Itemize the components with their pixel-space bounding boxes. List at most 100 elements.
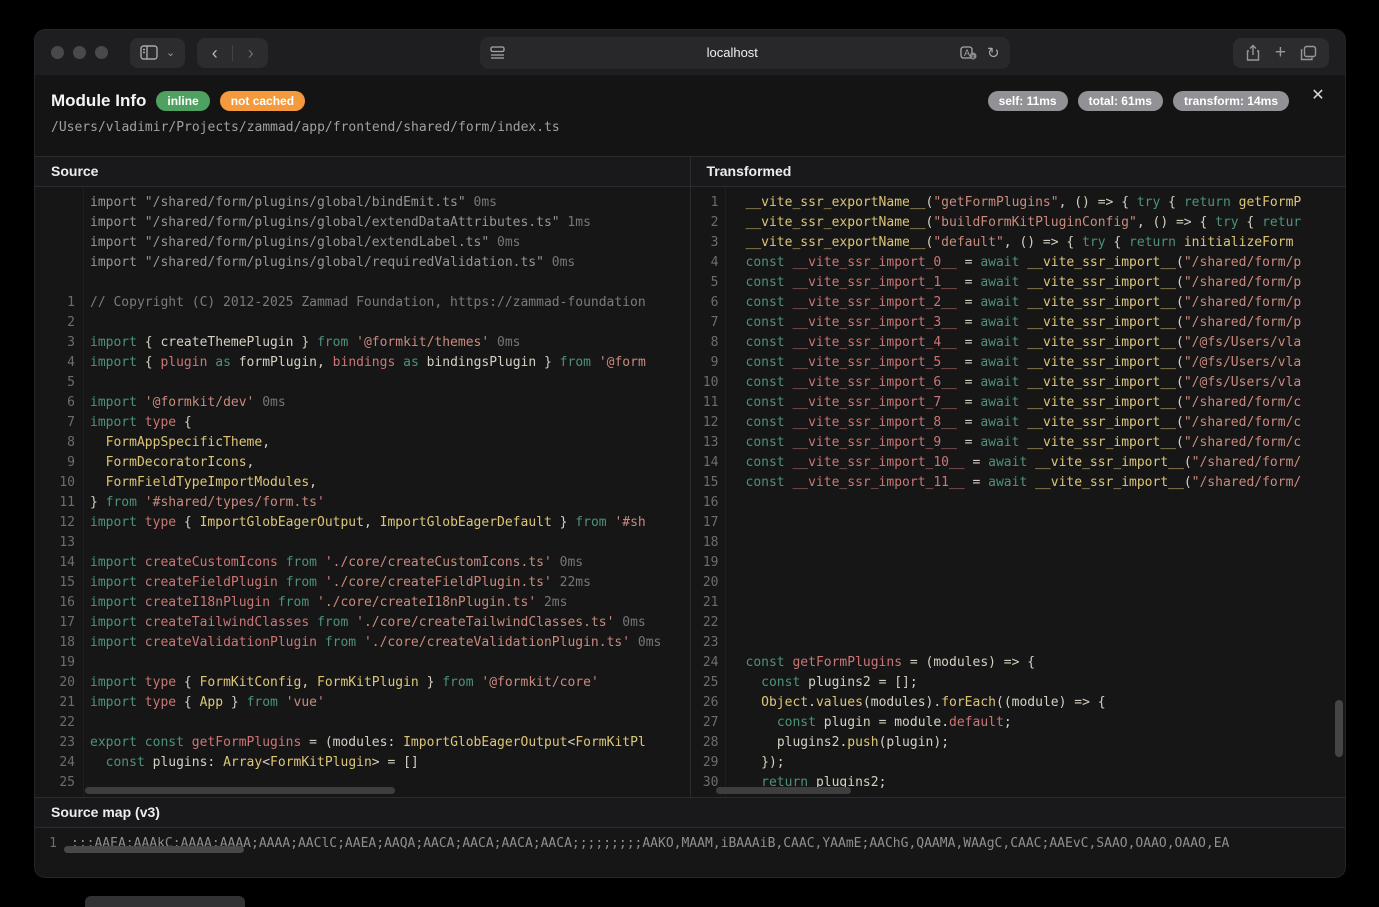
code-text: import "/shared/form/plugins/global/exte… <box>75 233 690 253</box>
background-window-peek <box>85 896 245 907</box>
line-number: 8 <box>35 433 75 453</box>
sourcemap-code[interactable]: 1;;;AAEA;AAAkC;AAAA;AAAA;AAAA;AAClC;AAEA… <box>35 828 1345 862</box>
page-title: Module Info <box>51 91 146 111</box>
code-text: import createCustomIcons from './core/cr… <box>75 553 690 573</box>
transformed-code[interactable]: 1__vite_ssr_exportName__("getFormPlugins… <box>691 187 1346 797</box>
code-line: import "/shared/form/plugins/global/exte… <box>35 213 690 233</box>
code-text <box>719 533 1346 553</box>
line-number: 5 <box>691 273 719 293</box>
minimize-window-button[interactable] <box>73 46 86 59</box>
code-text: import { createThemePlugin } from '@form… <box>75 333 690 353</box>
code-text <box>719 493 1346 513</box>
code-text: const __vite_ssr_import_6__ = await __vi… <box>719 373 1346 393</box>
translate-icon[interactable]: A x <box>960 46 977 60</box>
line-number: 4 <box>35 353 75 373</box>
code-line: 2__vite_ssr_exportName__("buildFormKitPl… <box>691 213 1346 233</box>
traffic-lights <box>51 46 108 59</box>
reload-icon[interactable]: ↻ <box>987 44 1000 62</box>
reader-icon[interactable] <box>490 46 505 59</box>
page-header: Module Info inline not cached self: 11ms… <box>35 75 1345 156</box>
line-number: 16 <box>691 493 719 513</box>
code-line: 18 <box>691 533 1346 553</box>
code-text: import type { ImportGlobEagerOutput, Imp… <box>75 513 690 533</box>
code-text <box>719 573 1346 593</box>
code-text: import "/shared/form/plugins/global/exte… <box>75 213 690 233</box>
code-text: import type { FormKitConfig, FormKitPlug… <box>75 673 690 693</box>
code-line: 21 <box>691 593 1346 613</box>
line-number: 15 <box>35 573 75 593</box>
code-text: __vite_ssr_exportName__("getFormPlugins"… <box>719 193 1346 213</box>
code-text <box>75 273 690 293</box>
browser-toolbar: ⌄ ‹ › localhost <box>35 30 1345 75</box>
code-text <box>719 513 1346 533</box>
transform-time-badge: transform: 14ms <box>1173 91 1289 111</box>
code-text: const __vite_ssr_import_2__ = await __vi… <box>719 293 1346 313</box>
line-number: 6 <box>691 293 719 313</box>
line-number: 9 <box>691 353 719 373</box>
close-icon[interactable]: ✕ <box>1307 85 1329 107</box>
code-line: 7const __vite_ssr_import_3__ = await __v… <box>691 313 1346 333</box>
code-line: 11const __vite_ssr_import_7__ = await __… <box>691 393 1346 413</box>
close-window-button[interactable] <box>51 46 64 59</box>
code-text: const __vite_ssr_import_4__ = await __vi… <box>719 333 1346 353</box>
code-line: 14const __vite_ssr_import_10__ = await _… <box>691 453 1346 473</box>
code-line: 19 <box>691 553 1346 573</box>
code-text: import { plugin as formPlugin, bindings … <box>75 353 690 373</box>
code-text: const plugin = module.default; <box>719 713 1346 733</box>
code-line: 18import createValidationPlugin from './… <box>35 633 690 653</box>
code-line: 13const __vite_ssr_import_9__ = await __… <box>691 433 1346 453</box>
code-line: 15import createFieldPlugin from './core/… <box>35 573 690 593</box>
line-number <box>35 233 75 253</box>
code-line: 6const __vite_ssr_import_2__ = await __v… <box>691 293 1346 313</box>
line-number <box>35 253 75 273</box>
code-text: import '@formkit/dev' 0ms <box>75 393 690 413</box>
address-bar[interactable]: localhost A x ↻ <box>480 37 1010 69</box>
code-line: 24 const plugins: Array<FormKitPlugin> =… <box>35 753 690 773</box>
code-text: }); <box>719 753 1346 773</box>
transformed-vertical-scrollbar[interactable] <box>1335 700 1343 757</box>
code-line: import "/shared/form/plugins/global/bind… <box>35 193 690 213</box>
sourcemap-title: Source map (v3) <box>35 798 1345 828</box>
source-panel: Source import "/shared/form/plugins/glob… <box>35 157 690 797</box>
code-text: import type { App } from 'vue' <box>75 693 690 713</box>
new-tab-button[interactable]: + <box>1275 42 1286 64</box>
line-number: 5 <box>35 373 75 393</box>
line-number: 30 <box>691 773 719 793</box>
line-number: 18 <box>691 533 719 553</box>
zoom-window-button[interactable] <box>95 46 108 59</box>
line-number: 15 <box>691 473 719 493</box>
code-text: __vite_ssr_exportName__("default", () =>… <box>719 233 1346 253</box>
tab-overview-icon[interactable] <box>1300 45 1317 61</box>
line-number: 6 <box>35 393 75 413</box>
forward-button[interactable]: › <box>233 38 268 68</box>
transformed-horizontal-scrollbar[interactable] <box>716 787 851 794</box>
line-number: 12 <box>35 513 75 533</box>
line-number: 21 <box>691 593 719 613</box>
sourcemap-horizontal-scrollbar[interactable] <box>64 846 244 853</box>
code-text: const __vite_ssr_import_3__ = await __vi… <box>719 313 1346 333</box>
source-code[interactable]: import "/shared/form/plugins/global/bind… <box>35 187 690 797</box>
share-icon[interactable] <box>1245 44 1261 62</box>
line-number: 11 <box>691 393 719 413</box>
code-text <box>75 313 690 333</box>
sidebar-toggle-button[interactable]: ⌄ <box>130 38 185 68</box>
code-line: 19 <box>35 653 690 673</box>
line-number: 1 <box>35 293 75 313</box>
url-text[interactable]: localhost <box>505 45 960 60</box>
code-text <box>75 373 690 393</box>
source-horizontal-scrollbar[interactable] <box>85 787 395 794</box>
line-number: 11 <box>35 493 75 513</box>
code-text: import createI18nPlugin from './core/cre… <box>75 593 690 613</box>
code-line: 26 Object.values(modules).forEach((modul… <box>691 693 1346 713</box>
code-line: 23 <box>691 633 1346 653</box>
code-text <box>75 653 690 673</box>
line-number: 28 <box>691 733 719 753</box>
code-line: 2 <box>35 313 690 333</box>
code-line: 28 plugins2.push(plugin); <box>691 733 1346 753</box>
code-text: // Copyright (C) 2012-2025 Zammad Founda… <box>75 293 690 313</box>
code-line: 17 <box>691 513 1346 533</box>
code-line: 5const __vite_ssr_import_1__ = await __v… <box>691 273 1346 293</box>
line-number: 23 <box>691 633 719 653</box>
back-button[interactable]: ‹ <box>197 38 232 68</box>
line-number: 8 <box>691 333 719 353</box>
